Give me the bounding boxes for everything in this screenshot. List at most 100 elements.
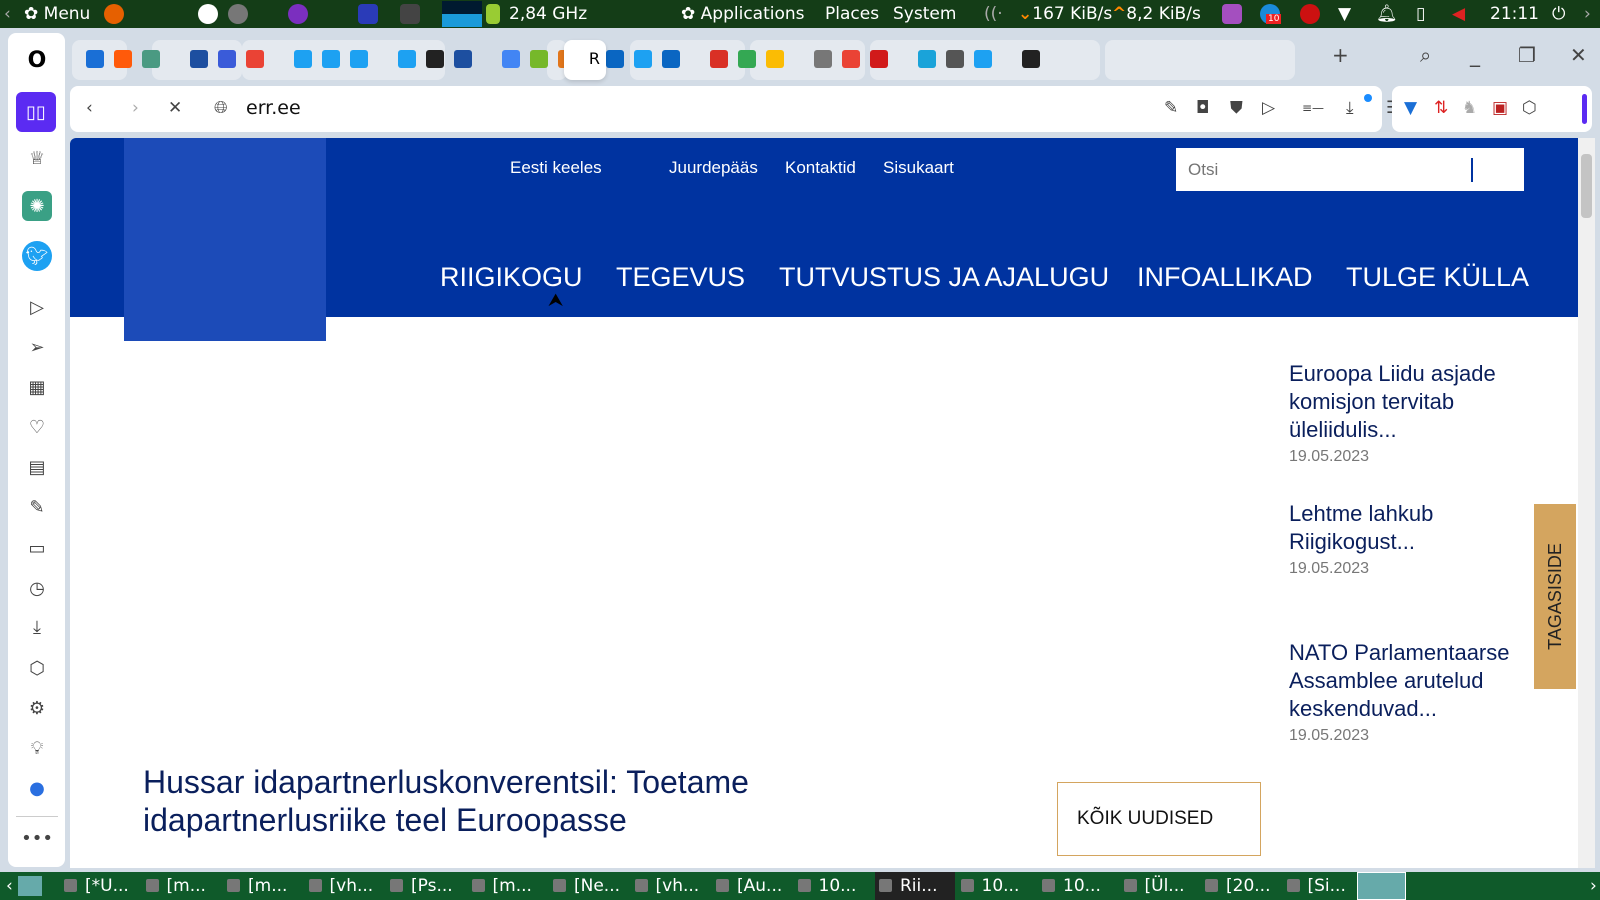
err-icon[interactable] [454,50,472,68]
twitter-icon[interactable] [322,50,340,68]
page-scrollbar[interactable] [1578,138,1595,868]
file-icon[interactable] [814,50,832,68]
nav-tegevus[interactable]: TEGEVUS [616,262,745,293]
devices-icon[interactable]: ▭ [22,533,52,563]
taskbar-window[interactable]: [*U... [60,872,133,900]
panel-right-arrow-icon[interactable]: › [1584,4,1591,24]
minimize-icon[interactable]: _ [1470,43,1480,67]
sidebar-toggle[interactable] [1582,94,1587,124]
taskbar-window[interactable]: [Ps... [386,872,457,900]
google-icon[interactable] [842,50,860,68]
taskbar-window[interactable]: [m... [223,872,291,900]
camera-icon[interactable]: ◘ [1196,98,1209,118]
player-icon[interactable]: ▷ [22,292,52,322]
google-icon[interactable] [246,50,264,68]
taskbar-left-arrow-icon[interactable]: ‹ [2,872,17,900]
taskbar-window[interactable]: [20... [1201,872,1274,900]
clock[interactable]: 21:11 [1490,4,1539,24]
workspace-switcher[interactable] [1357,872,1406,900]
heart-icon[interactable]: ♡ [22,412,52,442]
scrollbar-thumb[interactable] [1581,154,1592,218]
terminal-icon[interactable] [400,4,420,24]
settings-icon[interactable] [228,4,248,24]
forward-icon[interactable]: › [132,98,139,118]
taskbar-window[interactable]: [Au... [712,872,786,900]
err-icon[interactable] [190,50,208,68]
maximize-icon[interactable]: ❐ [1518,43,1536,67]
wifi-icon[interactable]: ▼ [1338,4,1351,24]
twitter-icon[interactable] [398,50,416,68]
applications-menu[interactable]: ✿ Applications [681,4,805,24]
accessibility-icon[interactable] [198,4,218,24]
tor-icon[interactable] [288,4,308,24]
nav-tutvustus[interactable]: TUTVUSTUS JA AJALUGU [779,262,1109,293]
taskbar-window[interactable]: [m... [142,872,210,900]
new-tab-icon[interactable]: + [1332,43,1349,67]
google-drive-icon[interactable] [766,50,784,68]
ss-icon[interactable] [918,50,936,68]
linkedin-icon[interactable] [662,50,680,68]
lightbulb-icon[interactable]: 💡︎ [22,733,52,763]
ddg-icon[interactable] [530,50,548,68]
linkedin-icon[interactable] [606,50,624,68]
chat-icon[interactable]: ● [22,773,52,803]
taskbar-window[interactable]: [Si... [1283,872,1350,900]
send-icon[interactable]: ➢ [22,332,52,362]
taskbar-window[interactable]: [Ül... [1120,872,1189,900]
record-icon[interactable] [1300,4,1320,24]
twitter-icon[interactable] [294,50,312,68]
wikipedia-icon[interactable] [426,50,444,68]
menu-button[interactable]: ✿ Menu [24,4,90,24]
pin-icon[interactable]: ✎ [1164,98,1178,118]
close-window-icon[interactable]: ✕ [1570,43,1587,67]
news-title[interactable]: Lehtme lahkub Riigikogust... [1289,500,1529,556]
power-icon[interactable]: ⏻ [1552,4,1565,24]
gmail-icon[interactable] [710,50,728,68]
spy-extension-icon[interactable]: ♞ [1462,98,1477,118]
download-icon[interactable]: ⤓ [1346,98,1354,118]
contacts-link[interactable]: Kontaktid [785,158,856,178]
search-tabs-icon[interactable]: ⌕ [1420,43,1431,67]
accessibility-link[interactable]: Juurdepääs [669,158,758,178]
url-field[interactable]: err.ee [246,97,301,119]
dd-icon[interactable] [218,50,236,68]
taskbar-window[interactable]: [vh... [305,872,378,900]
feedback-tab[interactable]: TAGASISIDE [1534,504,1576,689]
send-icon[interactable]: ▷ [1262,98,1275,118]
filter-icon[interactable] [86,50,104,68]
news-item[interactable]: NATO Parlamentaarse Assamblee arutelud k… [1289,639,1529,745]
battery-icon[interactable]: ▯ [1416,4,1425,24]
extensions-cube-icon[interactable]: ⬡ [22,653,52,683]
twitter-icon[interactable]: 🐦︎ [22,241,52,271]
orange-square-icon[interactable] [114,50,132,68]
panel-left-arrow-icon[interactable]: ‹ [4,4,11,24]
audio-app-icon[interactable] [1222,4,1242,24]
chatgpt-icon[interactable]: ✺ [22,191,52,221]
opera-logo-icon[interactable]: O [22,45,52,75]
taskbar-window[interactable]: [m... [468,872,536,900]
extension-badge-icon[interactable]: ▣ [1492,98,1508,118]
google-icon[interactable] [502,50,520,68]
nav-infoallikad[interactable]: INFOALLIKAD [1137,262,1313,293]
all-news-button[interactable]: KÕIK UUDISED [1057,782,1261,856]
cube-extension-icon[interactable]: ⬡ [1522,98,1537,118]
network-icon[interactable]: ((· [984,4,1003,24]
firefox-icon[interactable] [104,4,124,24]
system-menu[interactable]: System [893,4,956,24]
news-item[interactable]: Lehtme lahkub Riigikogust... 19.05.2023 [1289,500,1529,578]
downloads-icon[interactable]: ⤓ [22,612,52,642]
reader-icon[interactable]: ▯▯ [16,92,56,132]
taskbar-right-arrow-icon[interactable]: › [1586,872,1600,900]
news-item[interactable]: Euroopa Liidu asjade komisjon tervitab ü… [1289,360,1529,466]
taskbar-window[interactable]: [vh... [631,872,704,900]
speedtest-icon[interactable] [1022,50,1040,68]
featured-headline[interactable]: Hussar idapartnerluskonverentsil: Toetam… [143,763,843,839]
filter-extension-icon[interactable]: ▼ [1404,98,1417,118]
crown-icon[interactable]: ♕ [22,143,52,173]
twitter-icon[interactable] [350,50,368,68]
taskbar-window[interactable]: 10... [1038,872,1105,900]
reader-mode-icon[interactable]: ≡— [1302,101,1324,115]
places-menu[interactable]: Places [825,4,879,24]
more-icon[interactable]: ••• [21,823,53,853]
stop-icon[interactable]: ✕ [168,98,182,118]
